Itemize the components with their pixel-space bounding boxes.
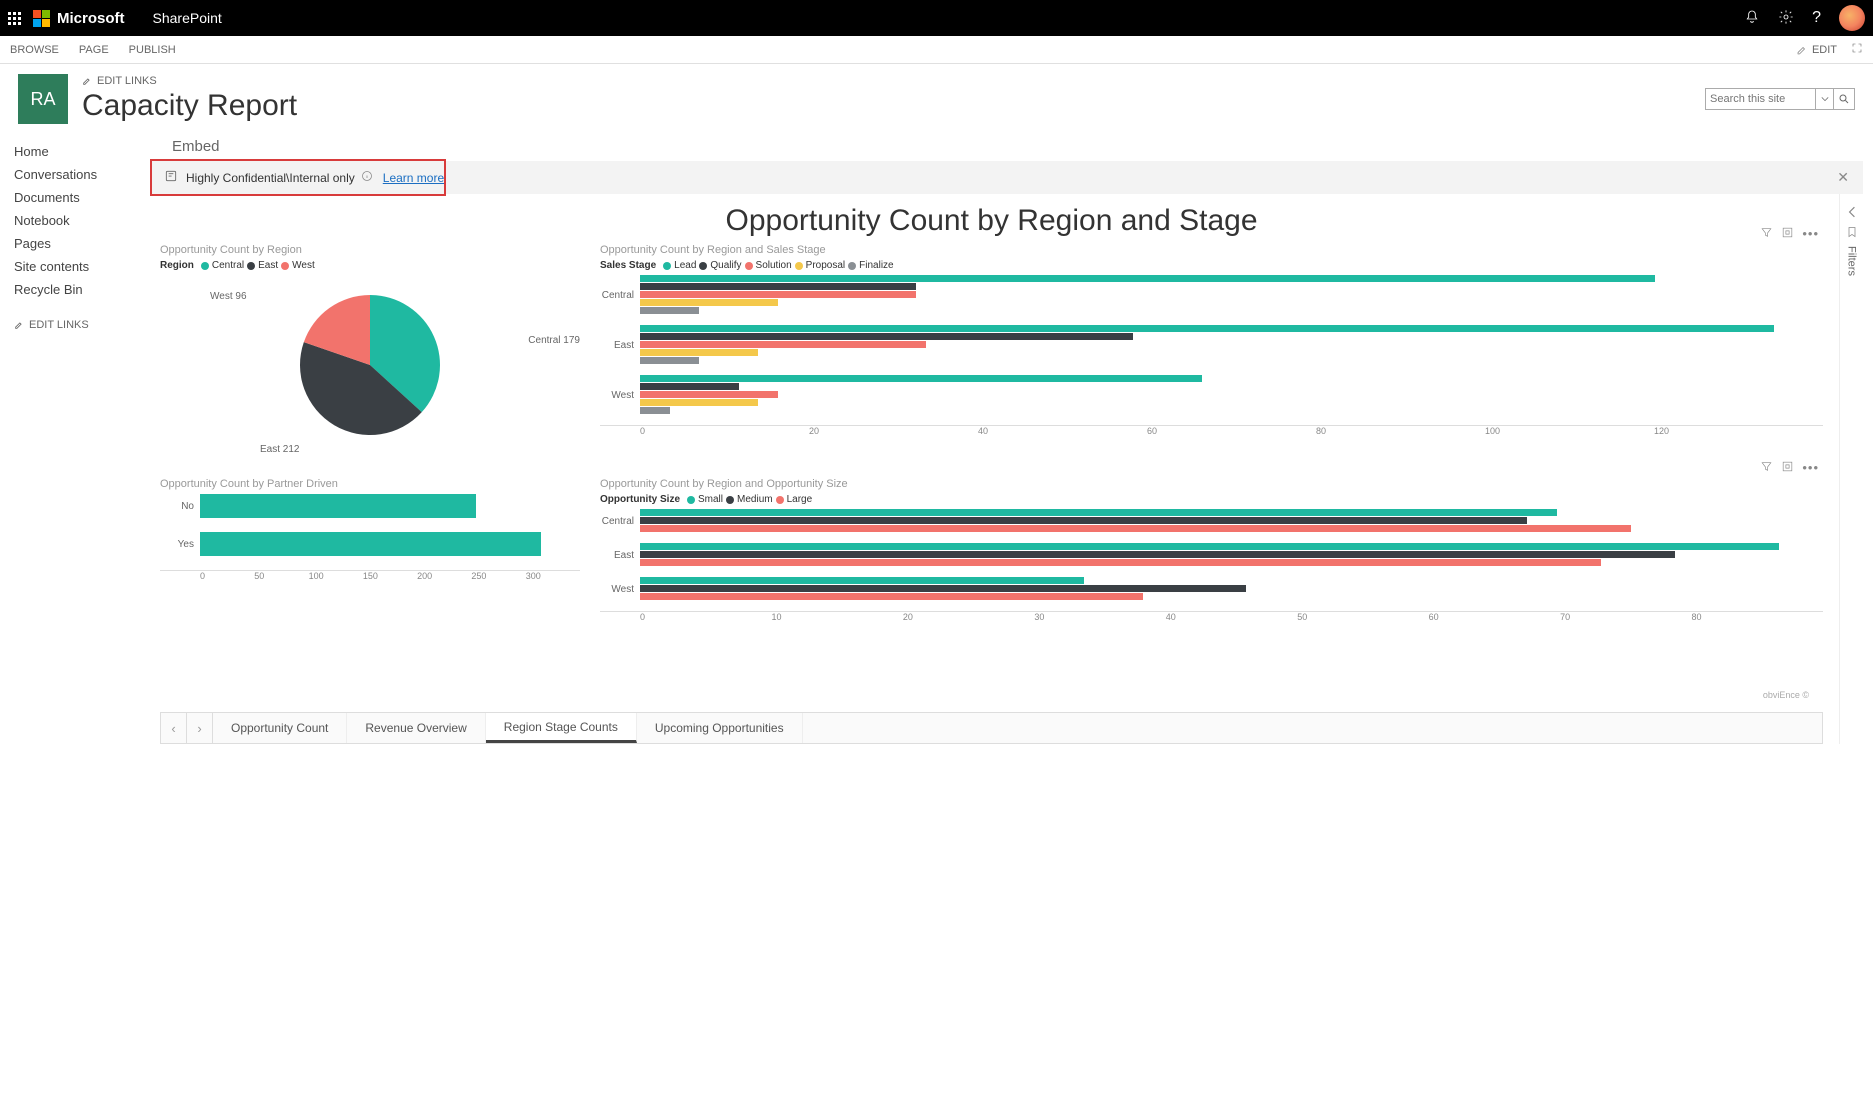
report-tab[interactable]: Revenue Overview [347, 713, 485, 743]
sidebar-edit-links[interactable]: EDIT LINKS [14, 319, 136, 331]
attribution-label: obviEnce © [1763, 690, 1809, 700]
report-title: Opportunity Count by Region and Stage [160, 204, 1823, 238]
report-tab[interactable]: Region Stage Counts [486, 713, 637, 743]
sensitivity-icon [164, 169, 178, 186]
filters-label: Filters [1846, 246, 1858, 276]
sensitivity-bar: Highly Confidential\Internal only Learn … [150, 161, 1863, 194]
sidebar-item[interactable]: Conversations [14, 163, 136, 186]
edit-label: EDIT [1812, 44, 1837, 56]
bookmark-icon[interactable] [1846, 226, 1858, 238]
notifications-icon[interactable] [1744, 9, 1760, 28]
chart-bar-size[interactable]: ••• Opportunity Count by Region and Oppo… [600, 478, 1823, 704]
site-logo-tile[interactable]: RA [18, 74, 68, 124]
page-title: Capacity Report [82, 89, 297, 123]
sidebar-item[interactable]: Pages [14, 232, 136, 255]
app-name[interactable]: SharePoint [153, 10, 222, 26]
global-header: Microsoft SharePoint ? [0, 0, 1873, 36]
edit-links-top[interactable]: EDIT LINKS [82, 75, 297, 87]
more-icon[interactable]: ••• [1802, 226, 1819, 242]
microsoft-logo: Microsoft [33, 10, 125, 27]
filters-pane-collapsed[interactable]: Filters [1839, 194, 1863, 744]
focus-icon[interactable] [1781, 460, 1794, 476]
report-tabs-strip: ‹ › Opportunity CountRevenue OverviewReg… [160, 712, 1823, 744]
chart-toolbar: ••• [1760, 460, 1819, 476]
left-nav: HomeConversationsDocumentsNotebookPagesS… [0, 132, 150, 744]
more-icon[interactable]: ••• [1802, 460, 1819, 476]
ribbon-tab[interactable]: PUBLISH [129, 44, 176, 56]
edit-links-label: EDIT LINKS [97, 75, 157, 87]
sidebar-item[interactable]: Recycle Bin [14, 278, 136, 301]
search-button[interactable] [1833, 88, 1855, 110]
chart-toolbar: ••• [1760, 226, 1819, 242]
chart-bar-partner[interactable]: Opportunity Count by Partner Driven No Y… [160, 478, 580, 704]
search-scope-dropdown[interactable] [1815, 88, 1833, 110]
tab-prev-button[interactable]: ‹ [161, 713, 187, 743]
edit-page-button[interactable]: EDIT [1796, 44, 1837, 56]
ribbon-tab[interactable]: PAGE [79, 44, 109, 56]
settings-gear-icon[interactable] [1778, 9, 1794, 28]
help-icon[interactable]: ? [1812, 9, 1821, 27]
tab-next-button[interactable]: › [187, 713, 213, 743]
chart-title: Opportunity Count by Region [160, 244, 580, 256]
chart-pie-region[interactable]: Opportunity Count by Region RegionCentra… [160, 244, 580, 470]
sidebar-item[interactable]: Documents [14, 186, 136, 209]
chart-legend: Opportunity SizeSmall Medium Large [600, 494, 1823, 505]
search-input[interactable] [1705, 88, 1815, 110]
sidebar-item[interactable]: Notebook [14, 209, 136, 232]
chart-title: Opportunity Count by Region and Opportun… [600, 478, 1823, 490]
page-header: RA EDIT LINKS Capacity Report [0, 64, 1873, 132]
embed-heading: Embed [172, 138, 1863, 155]
focus-icon[interactable] [1781, 226, 1794, 242]
ribbon-tab[interactable]: BROWSE [10, 44, 59, 56]
filter-icon[interactable] [1760, 226, 1773, 242]
app-launcher-icon[interactable] [8, 12, 21, 25]
user-avatar[interactable] [1839, 5, 1865, 31]
info-icon[interactable] [361, 170, 373, 185]
fullscreen-icon[interactable] [1851, 42, 1863, 57]
sidebar-item[interactable]: Site contents [14, 255, 136, 278]
filter-icon[interactable] [1760, 460, 1773, 476]
brand-label: Microsoft [57, 10, 125, 27]
chart-title: Opportunity Count by Partner Driven [160, 478, 580, 490]
chart-title: Opportunity Count by Region and Sales St… [600, 244, 1823, 256]
close-icon[interactable]: ✕ [1837, 169, 1849, 186]
sensitivity-label: Highly Confidential\Internal only [186, 171, 355, 185]
sidebar-edit-links-label: EDIT LINKS [29, 319, 89, 331]
report-tab[interactable]: Opportunity Count [213, 713, 347, 743]
chart-legend: Sales StageLead Qualify Solution Proposa… [600, 260, 1823, 271]
ribbon-bar: BROWSE PAGE PUBLISH EDIT [0, 36, 1873, 64]
sidebar-item[interactable]: Home [14, 140, 136, 163]
chart-bar-stage[interactable]: ••• Opportunity Count by Region and Sale… [600, 244, 1823, 470]
report-tab[interactable]: Upcoming Opportunities [637, 713, 803, 743]
chart-legend: RegionCentral East West [160, 260, 580, 271]
chevron-left-icon [1846, 206, 1858, 218]
learn-more-link[interactable]: Learn more [383, 171, 444, 185]
